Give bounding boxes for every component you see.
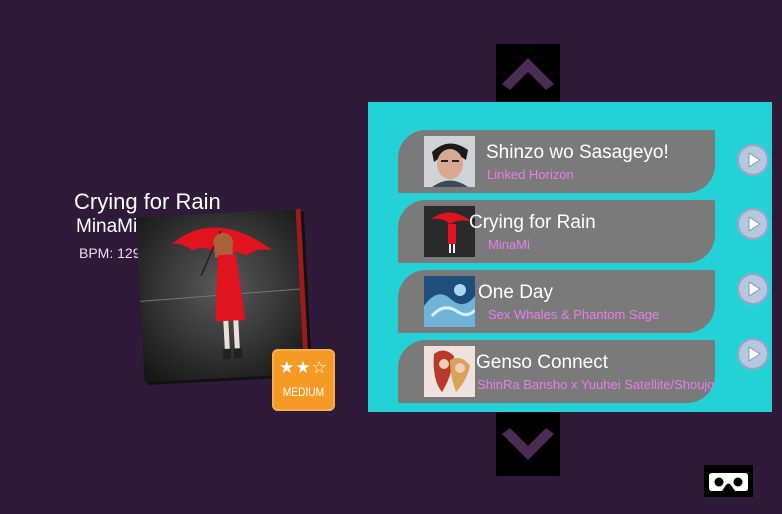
song-artist: MinaMi	[488, 237, 530, 252]
song-title: Genso Connect	[476, 352, 609, 373]
song-title: Crying for Rain	[469, 212, 596, 233]
difficulty-stars: ★★☆	[279, 358, 328, 377]
song-thumbnail	[424, 276, 475, 327]
vr-headset-icon	[709, 473, 748, 491]
song-title: One Day	[478, 282, 553, 303]
song-list-item[interactable]: Genso Connect ShinRa Bansho x Yuuhei Sat…	[398, 340, 715, 403]
vr-mode-button[interactable]	[704, 465, 753, 497]
chevron-down-icon	[502, 428, 554, 460]
play-button[interactable]	[737, 273, 769, 305]
song-thumbnail	[424, 136, 475, 187]
song-list-item[interactable]: Shinzo wo Sasageyo! Linked Horizon	[398, 130, 715, 193]
selected-song-title: Crying for Rain	[74, 189, 221, 214]
song-thumbnail	[424, 206, 475, 257]
play-icon	[748, 281, 761, 297]
song-list-item[interactable]: Crying for Rain MinaMi	[398, 200, 715, 263]
difficulty-badge: ★★☆ MEDIUM	[272, 349, 335, 411]
song-artist: Sex Whales & Phantom Sage	[488, 307, 660, 322]
song-artist: Linked Horizon	[487, 167, 574, 182]
scroll-up-button[interactable]	[496, 44, 560, 108]
play-icon	[748, 216, 761, 232]
play-button[interactable]	[737, 144, 769, 176]
play-icon	[748, 152, 761, 168]
play-button[interactable]	[737, 338, 769, 370]
play-button[interactable]	[737, 208, 769, 240]
chevron-up-icon	[502, 58, 554, 90]
song-list-panel: Shinzo wo Sasageyo! Linked Horizon Cryin…	[368, 102, 772, 412]
difficulty-label: MEDIUM	[282, 385, 325, 399]
song-list-item[interactable]: One Day Sex Whales & Phantom Sage	[398, 270, 715, 333]
play-icon	[748, 346, 761, 362]
song-artist: ShinRa Bansho x Yuuhei Satellite/Shoujo	[477, 377, 715, 392]
song-thumbnail	[424, 346, 475, 397]
song-title: Shinzo wo Sasageyo!	[486, 142, 669, 163]
scroll-down-button[interactable]	[496, 412, 560, 476]
